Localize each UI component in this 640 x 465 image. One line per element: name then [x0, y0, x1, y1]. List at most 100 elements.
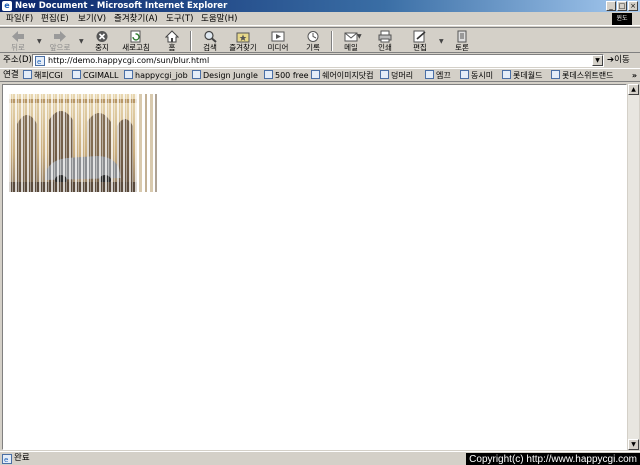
refresh-label: 새로고침: [122, 43, 150, 52]
scroll-up-icon[interactable]: ▲: [628, 84, 639, 95]
ie-icon: e: [2, 1, 12, 11]
link-page-icon: [380, 70, 389, 79]
link-page-icon: [264, 70, 273, 79]
edit-dropdown-icon[interactable]: ▼: [439, 38, 444, 45]
windows-logo-tile: 윈도: [612, 13, 632, 25]
link-label: 쉐어이미지닷컴: [322, 71, 374, 80]
close-button[interactable]: ×: [628, 1, 638, 11]
stop-label: 중지: [95, 43, 109, 52]
link-item[interactable]: 500 free: [264, 69, 309, 82]
copyright-notice: Copyright(c) http://www.happycgi.com: [466, 453, 640, 465]
mail-label: 메일: [344, 43, 358, 52]
menu-help[interactable]: 도움말(H): [201, 13, 237, 25]
vertical-scrollbar[interactable]: ▲ ▼: [628, 84, 639, 450]
menu-favorites[interactable]: 즐겨찾기(A): [114, 13, 158, 25]
window-title: New Document - Microsoft Internet Explor…: [15, 1, 228, 11]
address-input[interactable]: e http://demo.happycgi.com/sun/blur.html…: [32, 54, 604, 67]
back-dropdown-icon[interactable]: ▼: [37, 38, 42, 45]
link-item[interactable]: CGIMALL: [72, 69, 118, 82]
search-icon: [204, 30, 217, 43]
blurred-photo: [9, 94, 158, 192]
link-page-icon: [192, 70, 201, 79]
links-bar: 연결 해피CGI CGIMALL happycgi_job Design Jun…: [0, 68, 640, 82]
media-button[interactable]: 미디어: [261, 29, 295, 53]
address-label: 주소(D): [3, 55, 32, 65]
minimize-button[interactable]: _: [606, 1, 616, 11]
home-button[interactable]: 홈: [155, 29, 189, 53]
toolbar-separator: [331, 31, 333, 51]
link-item[interactable]: happycgi_job: [124, 69, 188, 82]
links-overflow-icon[interactable]: »: [632, 69, 637, 82]
link-item[interactable]: Design Jungle: [192, 69, 258, 82]
link-item[interactable]: 해피CGI: [23, 69, 63, 82]
history-icon: [307, 31, 319, 42]
page-icon: e: [35, 56, 45, 66]
link-item[interactable]: 쉐어이미지닷컴: [311, 69, 374, 82]
print-button[interactable]: 인쇄: [368, 29, 402, 53]
menu-view[interactable]: 보기(V): [78, 13, 106, 25]
print-label: 인쇄: [378, 43, 392, 52]
address-bar: 주소(D) e http://demo.happycgi.com/sun/blu…: [0, 54, 640, 68]
go-button[interactable]: ➔이동: [607, 54, 630, 67]
refresh-icon: [130, 30, 141, 43]
favorites-button[interactable]: 즐겨찾기: [226, 29, 260, 53]
discuss-icon: [457, 30, 467, 43]
maximize-button[interactable]: □: [617, 1, 627, 11]
link-page-icon: [425, 70, 434, 79]
link-item[interactable]: 덩머리: [380, 69, 413, 82]
refresh-button[interactable]: 새로고침: [119, 29, 153, 53]
link-page-icon: [124, 70, 133, 79]
svg-text:e: e: [4, 456, 8, 464]
history-label: 기록: [306, 43, 320, 52]
link-page-icon: [460, 70, 469, 79]
edit-label: 편집: [413, 43, 427, 52]
favorites-icon: [236, 32, 250, 43]
discuss-button[interactable]: 토론: [445, 29, 479, 53]
print-icon: [378, 30, 392, 43]
link-item[interactable]: 엠끄: [425, 69, 451, 82]
link-label: 엠끄: [436, 71, 451, 80]
menu-tools[interactable]: 도구(T): [166, 13, 193, 25]
discuss-label: 토론: [455, 43, 469, 52]
link-label: happycgi_job: [135, 71, 188, 80]
status-bar: e 완료 Copyright(c) http://www.happycgi.co…: [0, 451, 640, 465]
go-label: 이동: [614, 55, 630, 65]
menu-edit[interactable]: 편집(E): [41, 13, 69, 25]
search-button[interactable]: 검색: [193, 29, 227, 53]
search-label: 검색: [203, 43, 217, 52]
link-label: 500 free: [275, 71, 309, 80]
standard-toolbar: 뒤로 ▼ 앞으로 ▼ 중지 새로고침 홈 검색 즐겨찾기 미디어 기록 메일 ▼: [0, 27, 640, 53]
stop-button[interactable]: 중지: [85, 29, 119, 53]
svg-text:e: e: [37, 58, 41, 66]
link-label: Design Jungle: [203, 71, 258, 80]
link-label: 롯데월드: [513, 71, 543, 80]
link-item[interactable]: 동시미: [460, 69, 493, 82]
edit-button[interactable]: 편집: [403, 29, 437, 53]
link-label: 동시미: [471, 71, 494, 80]
forward-button[interactable]: 앞으로: [43, 29, 77, 53]
link-page-icon: [23, 70, 32, 79]
back-arrow-icon: [12, 31, 24, 42]
back-button[interactable]: 뒤로: [1, 29, 35, 53]
home-icon: [165, 30, 179, 43]
forward-arrow-icon: [54, 31, 66, 42]
scroll-down-icon[interactable]: ▼: [628, 439, 639, 450]
link-page-icon: [551, 70, 560, 79]
menu-file[interactable]: 파일(F): [6, 13, 33, 25]
link-label: 롯데스위트랜드: [562, 71, 614, 80]
links-label: 연결: [3, 70, 19, 80]
media-icon: [271, 31, 285, 42]
link-item[interactable]: 롯데스위트랜드: [551, 69, 614, 82]
link-item[interactable]: 롯데월드: [502, 69, 542, 82]
address-dropdown-icon[interactable]: ▼: [592, 55, 603, 66]
mail-button[interactable]: 메일: [334, 29, 368, 53]
forward-dropdown-icon[interactable]: ▼: [79, 38, 84, 45]
title-bar: e New Document - Microsoft Internet Expl…: [0, 0, 640, 12]
mail-dropdown-icon[interactable]: ▼: [357, 33, 362, 40]
forward-label: 앞으로: [49, 43, 71, 52]
toolbar-separator: [190, 31, 192, 51]
page-content: [2, 84, 627, 450]
link-page-icon: [502, 70, 511, 79]
home-label: 홈: [168, 43, 176, 52]
history-button[interactable]: 기록: [296, 29, 330, 53]
